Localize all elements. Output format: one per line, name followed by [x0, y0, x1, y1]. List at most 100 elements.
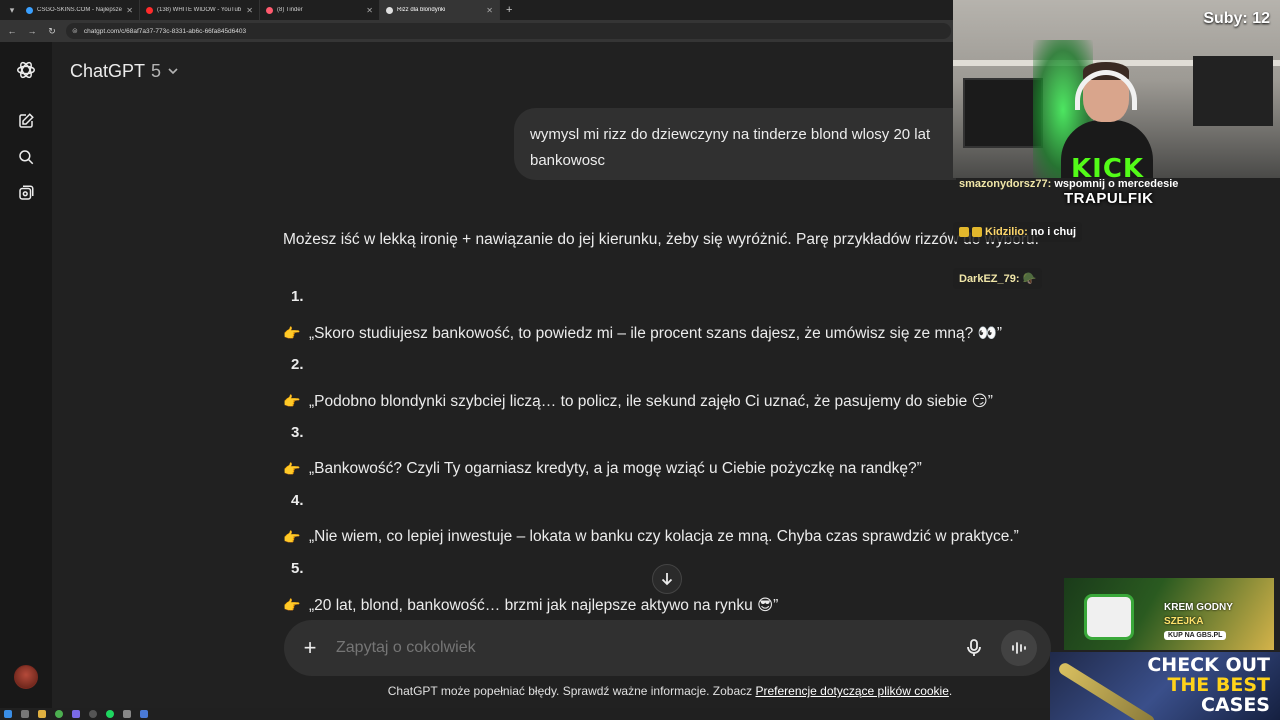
- reload-icon[interactable]: ↻: [46, 26, 58, 37]
- pointing-hand-icon: 👉: [283, 597, 301, 613]
- pointing-hand-icon: 👉: [283, 325, 301, 341]
- tab-close-icon[interactable]: ✕: [366, 6, 373, 15]
- list-number: 1.: [291, 288, 304, 305]
- assistant-intro: Możesz iść w lekką ironię + nawiązanie d…: [283, 231, 1039, 248]
- chevron-down-icon: [168, 68, 178, 75]
- chrome-icon[interactable]: [55, 710, 63, 718]
- ad-banner-cream[interactable]: KREM GODNY SZEJKA KUP NA GBS.PL: [1064, 578, 1274, 650]
- model-name: ChatGPT: [70, 60, 146, 81]
- taskbar-app-icon[interactable]: [72, 710, 80, 718]
- disclaimer: ChatGPT może popełniać błędy. Sprawdź wa…: [300, 684, 1040, 698]
- browser-tab[interactable]: CSGO-SKINS.COM - Najlepsze ✕: [20, 0, 140, 20]
- list-item: 👉 „Podobno blondynki szybciej liczą… to …: [283, 392, 993, 411]
- site-info-icon[interactable]: ⊜: [72, 27, 78, 35]
- tab-close-icon[interactable]: ✕: [246, 6, 253, 15]
- subs-counter: Suby: 12: [1203, 10, 1270, 27]
- chat-message: Kidzilio: no i chuj: [953, 222, 1083, 242]
- model-version: 5: [151, 60, 162, 81]
- list-item: 👉 „Skoro studiujesz bankowość, to powied…: [283, 324, 1002, 343]
- tab-close-icon[interactable]: ✕: [126, 6, 133, 15]
- webcam-monitor: [963, 78, 1043, 148]
- list-item-text: „Nie wiem, co lepiej inwestuje – lokata …: [309, 528, 1019, 545]
- assistant-message: Możesz iść w lekką ironię + nawiązanie d…: [283, 226, 1043, 614]
- chat-text: no i chuj: [1030, 226, 1077, 238]
- address-bar: ← → ↻ ⊜ chatgpt.com/c/68af7a37-773c-8331…: [0, 20, 955, 42]
- tab-favicon-icon: [146, 6, 153, 14]
- ad-line3: CASES: [1201, 694, 1270, 716]
- taskbar-app-icon[interactable]: [21, 710, 29, 718]
- ad-line2: SZEJKA: [1164, 616, 1204, 627]
- prompt-input[interactable]: [336, 639, 947, 657]
- list-number: 3.: [291, 424, 304, 441]
- microphone-icon[interactable]: [961, 635, 987, 661]
- webcam-acoustic-panels: [1193, 56, 1273, 126]
- chat-username: smazonydorsz77:: [959, 178, 1052, 190]
- list-item: 👉 „20 lat, blond, bankowość… brzmi jak n…: [283, 596, 778, 615]
- sub-badge-icon: [972, 227, 982, 237]
- disclaimer-text: ChatGPT może popełniać błędy. Sprawdź wa…: [387, 684, 756, 698]
- voice-mode-button[interactable]: [1001, 630, 1037, 666]
- list-item: 👉 „Nie wiem, co lepiej inwestuje – lokat…: [283, 528, 1019, 546]
- chat-username: DarkEZ_79:: [959, 272, 1020, 285]
- list-item: 👉 „Bankowość? Czyli Ty ogarniasz kredyty…: [283, 460, 922, 478]
- chat-message: DarkEZ_79: 🪖: [953, 268, 1043, 289]
- ad-banner-cases[interactable]: CHECK OUT THE BEST CASES: [1050, 652, 1280, 720]
- webcam-overlay: Suby: 12 KICK: [953, 0, 1280, 178]
- tab-title: Rizz dla blondynki: [397, 7, 446, 13]
- openai-logo-icon[interactable]: [14, 58, 38, 82]
- search-icon[interactable]: [14, 145, 38, 169]
- url-field[interactable]: ⊜ chatgpt.com/c/68af7a37-773c-8331-ab6c-…: [66, 23, 951, 39]
- library-icon[interactable]: [14, 181, 38, 205]
- taskbar-app-icon[interactable]: [140, 710, 148, 718]
- scroll-down-button[interactable]: [652, 564, 682, 594]
- list-item-text: „Podobno blondynki szybciej liczą… to po…: [309, 393, 993, 410]
- tab-search-icon[interactable]: ▾: [4, 2, 20, 18]
- taskbar-app-icon[interactable]: [89, 710, 97, 718]
- list-number: 2.: [291, 356, 304, 373]
- browser-tab[interactable]: (8) Tinder ✕: [260, 0, 380, 20]
- user-message-text: wymysl mi rizz do dziewczyny na tinderze…: [530, 126, 931, 169]
- browser-tab-bar: ▾ CSGO-SKINS.COM - Najlepsze ✕ (138) WHI…: [0, 0, 955, 20]
- channel-name: TRAPULFIK: [1064, 190, 1154, 207]
- chat-text: 🪖: [1022, 273, 1037, 285]
- back-icon[interactable]: ←: [6, 26, 18, 36]
- tab-title: (138) WHITE WIDOW - YouTub: [157, 7, 242, 13]
- list-item-text: „20 lat, blond, bankowość… brzmi jak naj…: [309, 597, 779, 614]
- forward-icon[interactable]: →: [26, 26, 38, 36]
- ad-buy-button[interactable]: KUP NA GBS.PL: [1164, 631, 1227, 640]
- product-jar-image: [1084, 594, 1134, 640]
- tab-title: (8) Tinder: [277, 7, 303, 13]
- cookie-preferences-link[interactable]: Preferencje dotyczące plików cookie: [755, 684, 948, 698]
- list-number: 5.: [291, 560, 304, 577]
- tab-title: CSGO-SKINS.COM - Najlepsze: [37, 7, 123, 13]
- start-icon[interactable]: [4, 710, 12, 718]
- avatar[interactable]: [14, 665, 38, 689]
- browser-tab-active[interactable]: Rizz dla blondynki ✕: [380, 0, 500, 20]
- taskbar-app-icon[interactable]: [123, 710, 131, 718]
- arrow-down-icon: [661, 573, 673, 586]
- ad-line2: THE BEST: [1167, 674, 1270, 696]
- kick-logo: KICK: [1071, 154, 1145, 178]
- ad-line1: KREM GODNY: [1164, 602, 1233, 613]
- ad-line1: CHECK OUT: [1147, 654, 1270, 676]
- user-message-bubble: wymysl mi rizz do dziewczyny na tinderze…: [514, 108, 956, 180]
- tab-close-icon[interactable]: ✕: [486, 6, 493, 15]
- model-selector[interactable]: ChatGPT 5: [70, 58, 179, 84]
- chat-message: smazonydorsz77: wspomnij o mercedesie: [953, 178, 1184, 190]
- new-tab-icon[interactable]: +: [506, 4, 512, 16]
- tab-favicon-icon: [386, 6, 393, 14]
- browser-tab[interactable]: (138) WHITE WIDOW - YouTub ✕: [140, 0, 260, 20]
- pointing-hand-icon: 👉: [283, 393, 301, 409]
- list-item-text: „Skoro studiujesz bankowość, to powiedz …: [309, 325, 1002, 342]
- list-item-text: „Bankowość? Czyli Ty ogarniasz kredyty, …: [309, 460, 922, 477]
- pointing-hand-icon: 👉: [283, 460, 301, 477]
- pointing-hand-icon: 👉: [283, 528, 301, 545]
- waveform-icon: [1012, 642, 1026, 654]
- taskbar-app-icon[interactable]: [38, 710, 46, 718]
- spotify-icon[interactable]: [106, 710, 114, 718]
- composer: +: [284, 620, 1051, 676]
- add-attachment-button[interactable]: +: [298, 635, 322, 660]
- url-text: chatgpt.com/c/68af7a37-773c-8331-ab6c-66…: [83, 27, 247, 35]
- new-chat-icon[interactable]: [14, 109, 38, 133]
- knife-image: [1056, 660, 1157, 720]
